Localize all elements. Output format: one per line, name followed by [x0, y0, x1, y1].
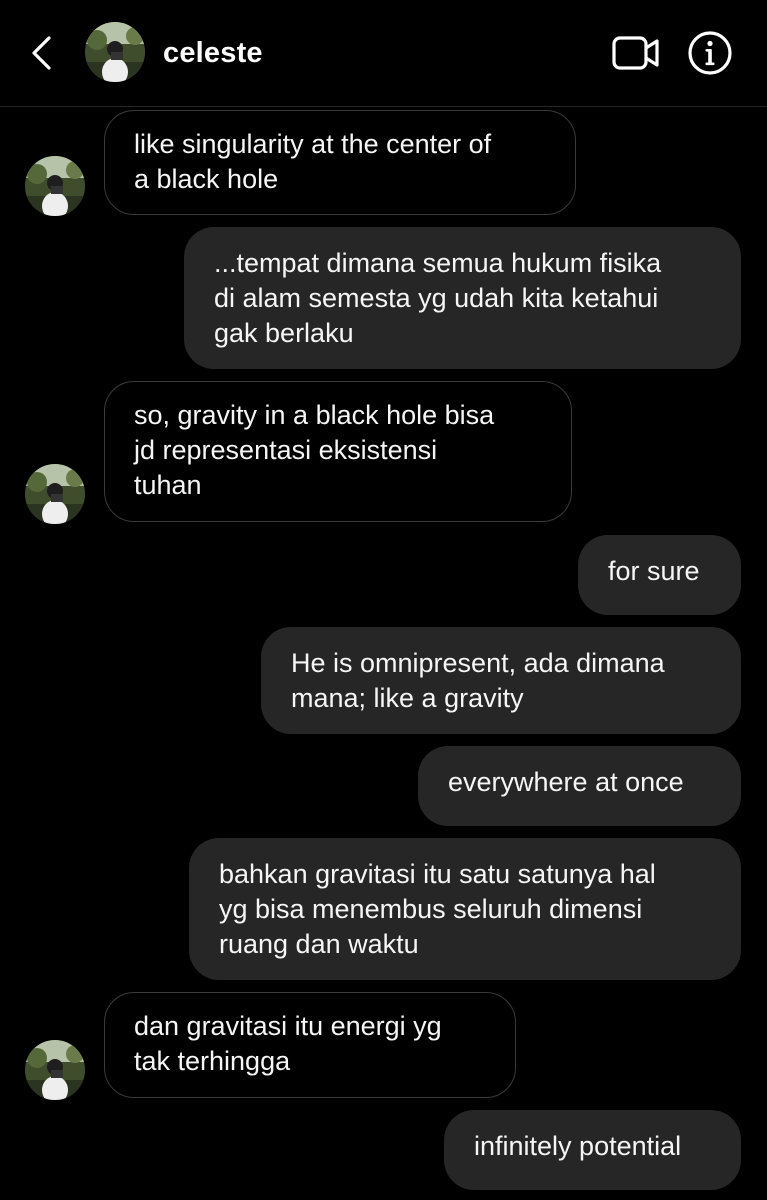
sender-avatar[interactable] [25, 156, 85, 216]
contact-name[interactable]: celeste [163, 35, 263, 71]
incoming-message[interactable]: so, gravity in a black hole bisa jd repr… [104, 381, 572, 522]
sender-avatar[interactable] [25, 464, 85, 524]
info-circle-icon [688, 31, 732, 75]
outgoing-message[interactable]: He is omnipresent, ada dimana mana; like… [261, 627, 741, 734]
back-button[interactable] [22, 30, 62, 76]
message-thread[interactable]: like singularity at the center of a blac… [0, 0, 767, 1200]
outgoing-message[interactable]: everywhere at once [418, 746, 741, 826]
video-call-button[interactable] [608, 33, 662, 73]
chevron-left-icon [32, 36, 51, 70]
info-button[interactable] [686, 29, 734, 77]
outgoing-message[interactable]: bahkan gravitasi itu satu satunya hal yg… [189, 838, 741, 980]
incoming-message[interactable]: like singularity at the center of a blac… [104, 110, 576, 215]
contact-avatar[interactable] [85, 22, 145, 82]
outgoing-message[interactable]: for sure [578, 535, 741, 615]
outgoing-message[interactable]: ...tempat dimana semua hukum fisika di a… [184, 227, 741, 369]
video-camera-icon [612, 36, 659, 70]
chat-header: celeste [0, 0, 767, 107]
outgoing-message[interactable]: infinitely potential [444, 1110, 741, 1190]
sender-avatar[interactable] [25, 1040, 85, 1100]
incoming-message[interactable]: dan gravitasi itu energi yg tak terhingg… [104, 992, 516, 1098]
